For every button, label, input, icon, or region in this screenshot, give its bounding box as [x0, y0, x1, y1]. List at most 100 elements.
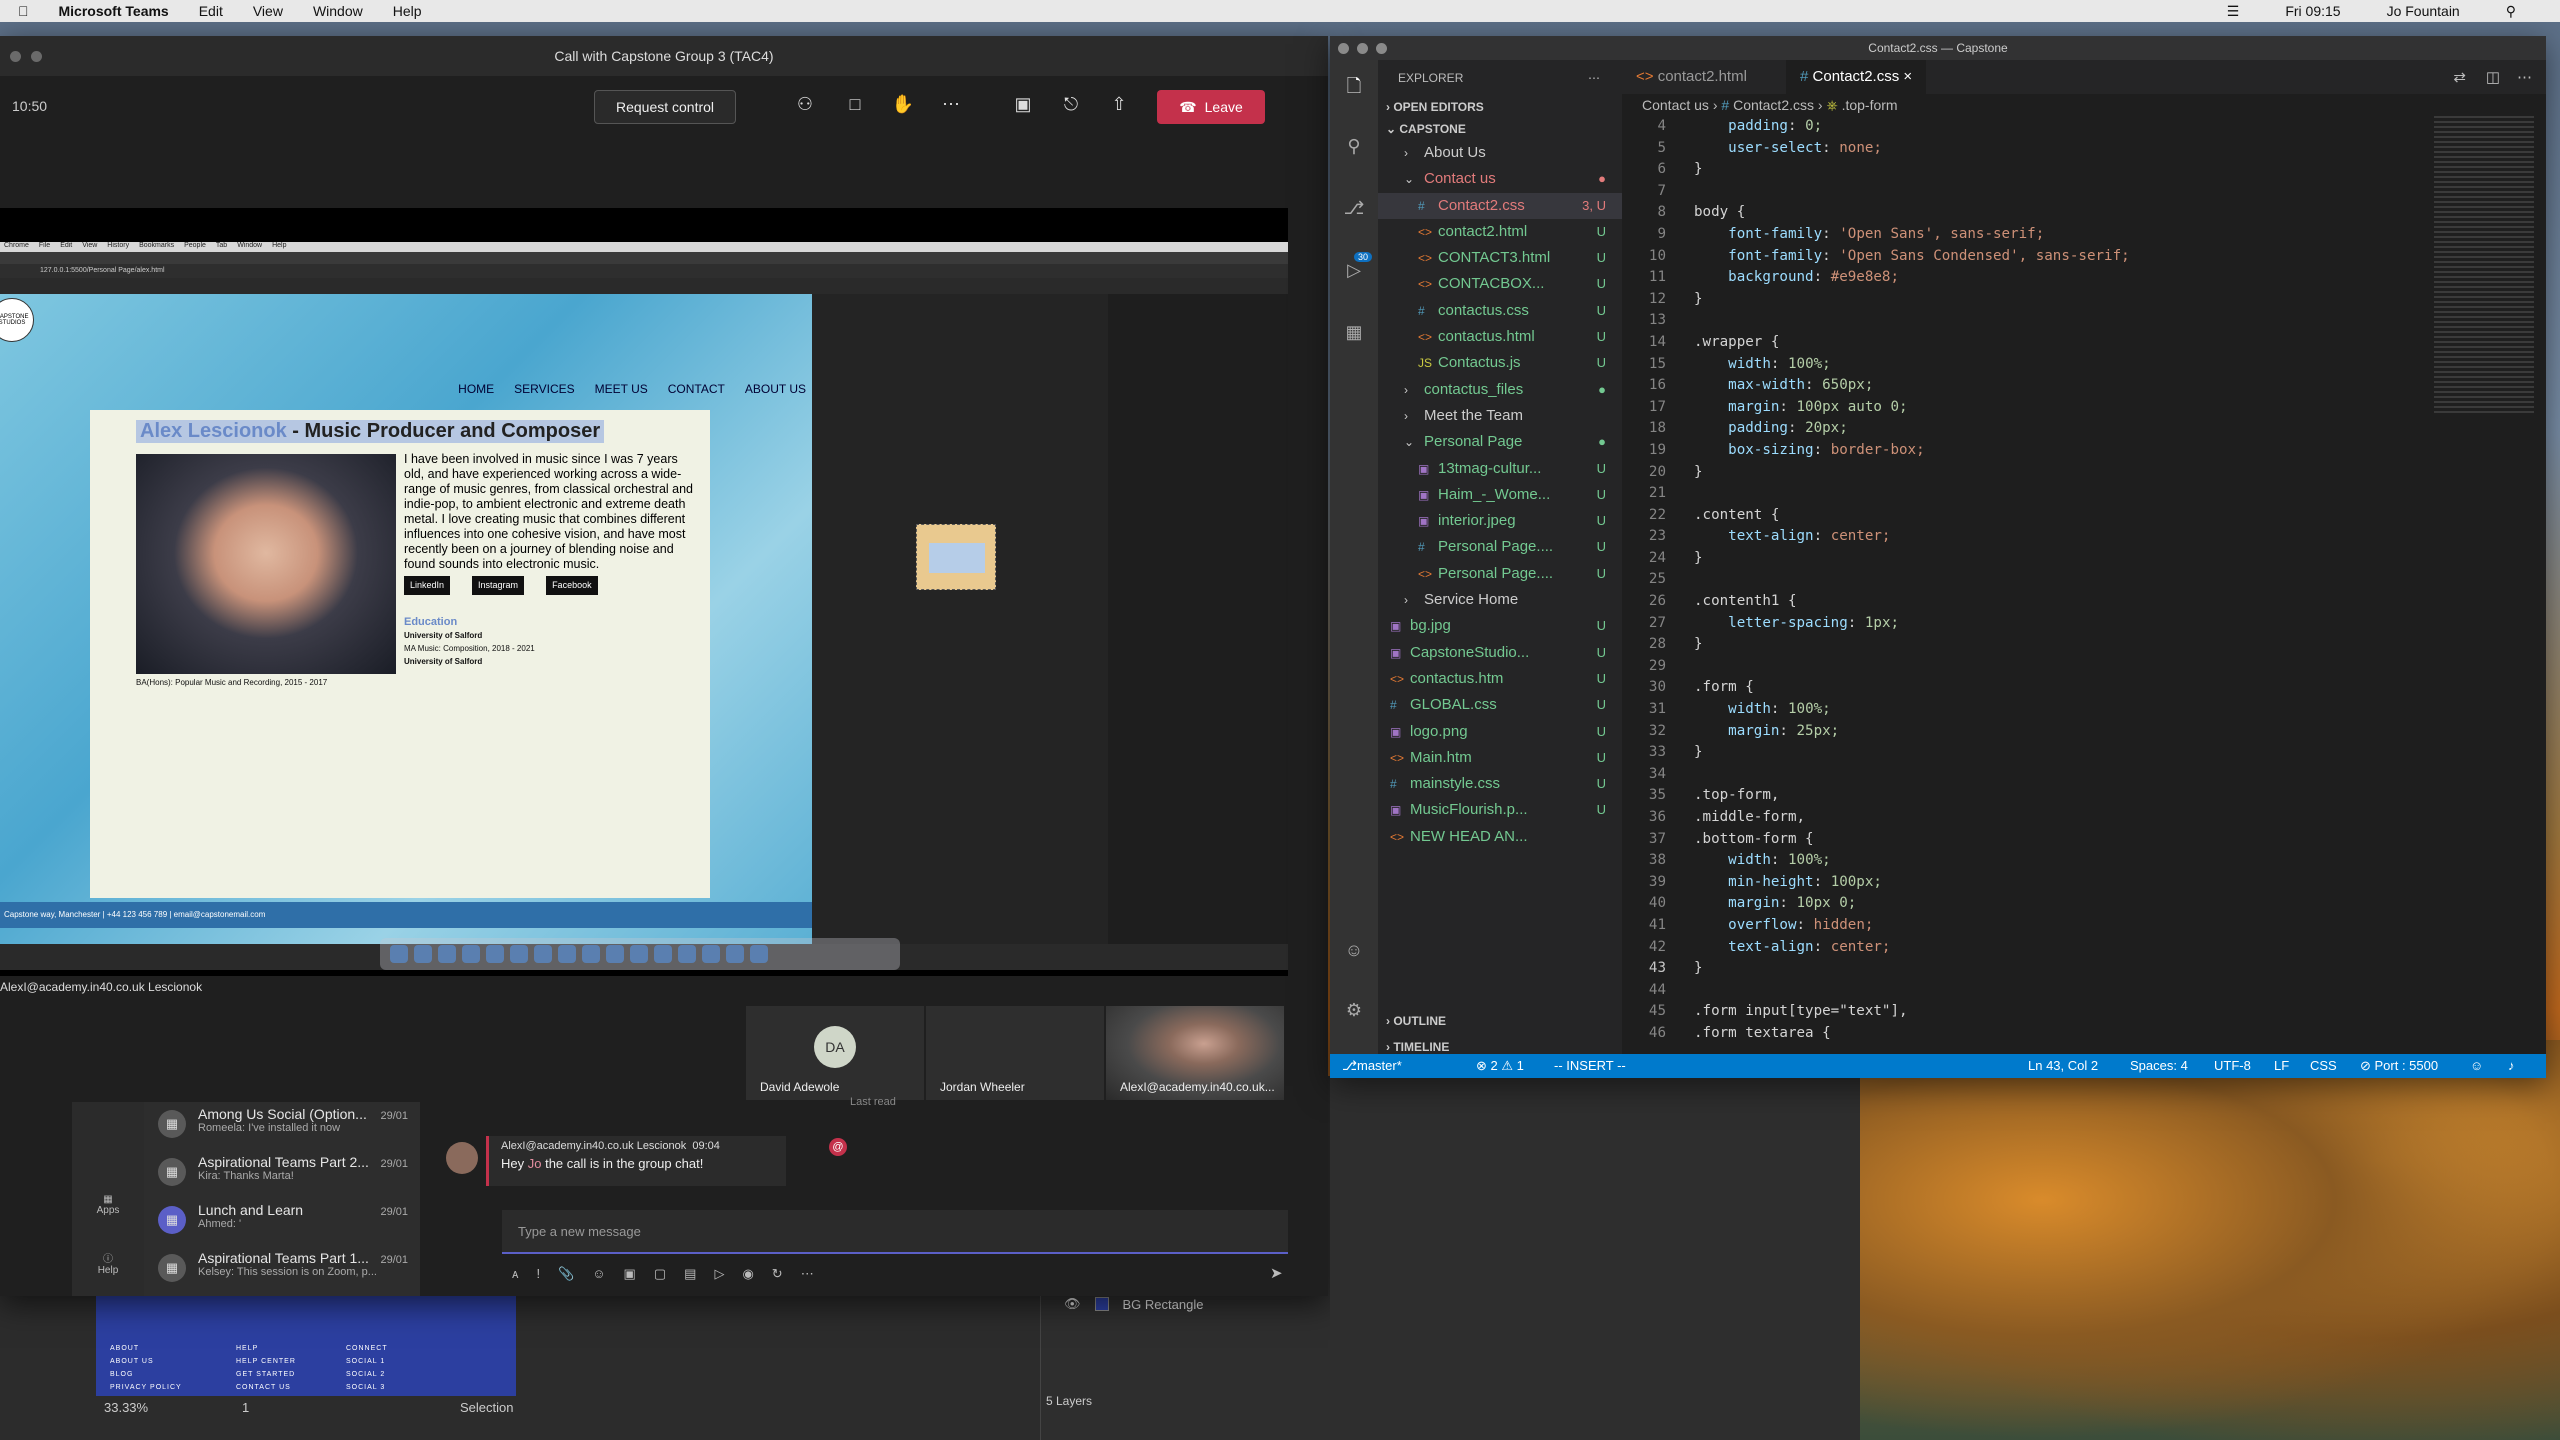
code-line[interactable]: 45 .form input[type="text"], [1622, 1001, 2462, 1023]
praise-icon[interactable]: ◉ [742, 1266, 753, 1282]
code-line[interactable]: 38 width: 100%; [1622, 850, 2462, 872]
code-line[interactable]: 36 .middle-form, [1622, 807, 2462, 829]
layer-row[interactable]: 👁 BG Rectangle [1064, 1296, 1203, 1312]
send-icon[interactable]: ➤ [1270, 1264, 1283, 1282]
shared-screen[interactable]: Chrome File Edit View History Bookmarks … [0, 208, 1288, 976]
compare-icon[interactable]: ⇄ [2453, 68, 2466, 86]
code-line[interactable]: 35 .top-form, [1622, 785, 2462, 807]
code-line[interactable]: 16 max-width: 650px; [1622, 375, 2462, 397]
code-line[interactable]: 17 margin: 100px auto 0; [1622, 397, 2462, 419]
menubar-user[interactable]: Jo Fountain [2387, 3, 2460, 19]
search-icon[interactable]: ⚲ [1342, 136, 1366, 160]
tree-item[interactable]: <> contactus.html U [1378, 324, 1622, 350]
camera-off-icon[interactable]: ▣ [1010, 94, 1036, 120]
code-line[interactable]: 11 background: #e9e8e8; [1622, 267, 2462, 289]
code-line[interactable]: 19 box-sizing: border-box; [1622, 440, 2462, 462]
participant-tile[interactable]: AlexI@academy.in40.co.uk... [1106, 1006, 1284, 1100]
tree-item[interactable]: ▣ bg.jpg U [1378, 613, 1622, 639]
code-line[interactable]: 32 margin: 25px; [1622, 721, 2462, 743]
line-ending[interactable]: LF [2274, 1054, 2289, 1078]
tab-contact2-html[interactable]: <> contact2.html [1622, 60, 1761, 94]
minimize-window-button[interactable] [31, 51, 42, 62]
loop-icon[interactable]: ↻ [772, 1266, 783, 1282]
tree-item[interactable]: <> CONTACT3.html U [1378, 245, 1622, 271]
minimize-window-button[interactable] [1357, 43, 1368, 54]
code-line[interactable]: 27 letter-spacing: 1px; [1622, 613, 2462, 635]
chat-list-item[interactable]: ▦ Lunch and Learn Ahmed: ' 29/01 [144, 1198, 420, 1246]
zoom-level[interactable]: 33.33% [104, 1400, 148, 1415]
leave-call-button[interactable]: ☎ Leave [1157, 90, 1265, 124]
code-line[interactable]: 41 overflow: hidden; [1622, 915, 2462, 937]
message-input[interactable]: Type a new message [502, 1210, 1288, 1254]
outline-section[interactable]: › OUTLINE [1378, 1010, 1622, 1032]
tab-contact2-css[interactable]: # Contact2.css × [1786, 60, 1927, 94]
emoji-icon[interactable]: ☺ [592, 1266, 605, 1282]
problems-indicator[interactable]: ⊗ 2 ⚠ 1 [1476, 1054, 1524, 1078]
tree-item[interactable]: JS Contactus.js U [1378, 350, 1622, 376]
tree-item[interactable]: <> contactus.htm U [1378, 666, 1622, 692]
open-editors-section[interactable]: › OPEN EDITORS [1378, 96, 1622, 118]
feedback-icon[interactable]: ☺ [2470, 1054, 2483, 1078]
code-line[interactable]: 7 [1622, 181, 2462, 203]
sticker-icon[interactable]: ▢ [654, 1266, 666, 1282]
project-root[interactable]: ⌄ CAPSTONE [1378, 118, 1622, 140]
tree-item[interactable]: <> contact2.html U [1378, 219, 1622, 245]
tree-item[interactable]: › Service Home [1378, 587, 1622, 613]
code-line[interactable]: 12} [1622, 289, 2462, 311]
breadcrumb-item[interactable]: Contact us [1642, 97, 1709, 113]
close-icon[interactable]: × [1903, 68, 1912, 85]
run-debug-icon[interactable]: ▷ [1342, 260, 1366, 284]
menubar-clock[interactable]: Fri 09:15 [2285, 3, 2340, 19]
code-line[interactable]: 40 margin: 10px 0; [1622, 893, 2462, 915]
source-control-icon[interactable]: ⎇ [1342, 198, 1366, 222]
tree-item[interactable]: <> Personal Page.... U [1378, 561, 1622, 587]
tree-item[interactable]: ▣ Haim_-_Wome... U [1378, 482, 1622, 508]
code-line[interactable]: 13 [1622, 310, 2462, 332]
code-line[interactable]: 10 font-family: 'Open Sans Condensed', s… [1622, 246, 2462, 268]
code-line[interactable]: 42 text-align: center; [1622, 937, 2462, 959]
menu-view[interactable]: View [253, 3, 283, 19]
tree-item[interactable]: <> Main.htm U [1378, 745, 1622, 771]
tree-item[interactable]: › Meet the Team [1378, 403, 1622, 429]
code-line[interactable]: 33} [1622, 742, 2462, 764]
wifi-icon[interactable]: ☰ [2227, 3, 2240, 20]
code-line[interactable]: 46 .form textarea { [1622, 1023, 2462, 1045]
more-icon[interactable]: ⋯ [2517, 68, 2532, 86]
request-control-button[interactable]: Request control [594, 90, 736, 124]
tree-item[interactable]: ▣ MusicFlourish.p... U [1378, 797, 1622, 823]
chat-icon[interactable]: □ [842, 94, 868, 120]
share-screen-icon[interactable]: ⇧ [1106, 94, 1132, 120]
tree-item[interactable]: ▣ interior.jpeg U [1378, 508, 1622, 534]
code-line[interactable]: 31 width: 100%; [1622, 699, 2462, 721]
code-line[interactable]: 39 min-height: 100px; [1622, 872, 2462, 894]
code-line[interactable]: 28} [1622, 634, 2462, 656]
code-line[interactable]: 44 [1622, 980, 2462, 1002]
language-mode[interactable]: CSS [2310, 1054, 2337, 1078]
tree-item[interactable]: ▣ 13tmag-cultur... U [1378, 456, 1622, 482]
chat-list-item[interactable]: ▦ Aspirational Teams Part 2... Kira: Thank… [144, 1150, 420, 1198]
participant-tile[interactable]: DA David Adewole [746, 1006, 924, 1100]
mention[interactable]: Jo [528, 1156, 542, 1171]
zoom-window-button[interactable] [1376, 43, 1387, 54]
tree-item[interactable]: # contactus.css U [1378, 298, 1622, 324]
code-line[interactable]: 37 .bottom-form { [1622, 829, 2462, 851]
format-icon[interactable]: ᴀ [512, 1266, 518, 1282]
participants-icon[interactable]: ⚇ [792, 94, 818, 120]
code-line[interactable]: 8 body { [1622, 202, 2462, 224]
meet-icon[interactable]: ▤ [684, 1266, 696, 1282]
code-line[interactable]: 15 width: 100%; [1622, 354, 2462, 376]
menu-help[interactable]: Help [393, 3, 422, 19]
code-line[interactable]: 5 user-select: none; [1622, 138, 2462, 160]
spotlight-icon[interactable]: ⚲ [2506, 3, 2516, 20]
code-line[interactable]: 25 [1622, 569, 2462, 591]
account-icon[interactable]: ☺ [1342, 940, 1366, 964]
code-line[interactable]: 18 padding: 20px; [1622, 418, 2462, 440]
tree-item[interactable]: › contactus_files ● [1378, 377, 1622, 403]
gear-icon[interactable]: ⚙ [1342, 1000, 1366, 1024]
help-button[interactable]: ⓘ Help [86, 1250, 130, 1276]
live-server-port[interactable]: ⊘ Port : 5500 [2360, 1054, 2438, 1078]
chat-list-item[interactable]: ▦ Aspirational Teams Part 1... Kelsey: Thi… [144, 1246, 420, 1294]
tree-item[interactable]: ⌄ Contact us ● [1378, 166, 1622, 192]
code-line[interactable]: 21 [1622, 483, 2462, 505]
chat-message[interactable]: AlexI@academy.in40.co.uk Lescionok 09:04… [486, 1136, 847, 1186]
